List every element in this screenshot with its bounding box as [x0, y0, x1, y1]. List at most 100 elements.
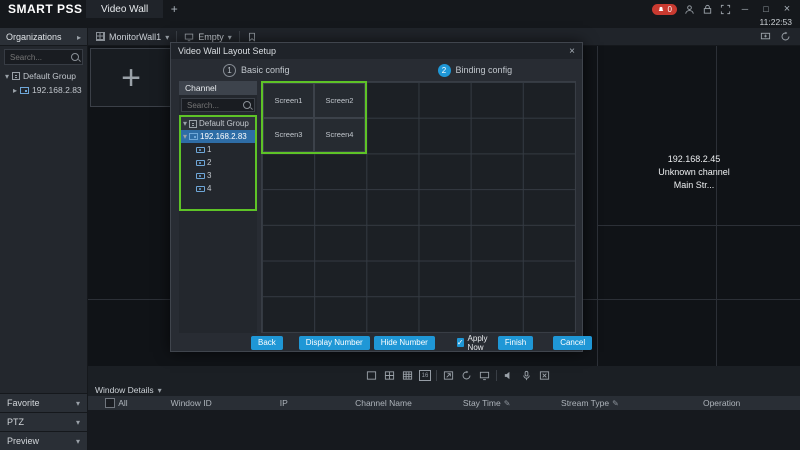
grid-line	[716, 45, 717, 366]
lock-icon[interactable]	[702, 4, 713, 15]
col-all: All	[88, 398, 145, 408]
layout-4-icon[interactable]	[383, 369, 396, 382]
apply-now-checkbox[interactable]	[457, 338, 464, 347]
panel-preview-label: Preview	[7, 436, 39, 446]
apply-now-option[interactable]: Apply Now	[457, 334, 490, 352]
device-search[interactable]	[4, 49, 83, 65]
step-binding-config[interactable]: 2 Binding config	[438, 64, 513, 77]
search-input[interactable]	[8, 52, 71, 63]
details-table-header: All Window ID IP Channel Name Stay Time …	[88, 396, 800, 410]
hide-number-button[interactable]: Hide Number	[374, 336, 435, 350]
add-screen-icon[interactable]	[760, 31, 771, 42]
display-number-button[interactable]: Display Number	[299, 336, 370, 350]
col-stream-type: Stream Type	[537, 398, 644, 408]
panel-preview[interactable]: Preview	[0, 431, 87, 450]
maximize-button[interactable]: □	[759, 4, 773, 14]
grid-line	[597, 45, 598, 366]
dialog-tree-channel-3[interactable]: 3	[181, 169, 255, 182]
dialog-tree-group[interactable]: Default Group	[181, 117, 255, 130]
dialog-tree-device[interactable]: 192.168.2.83	[181, 130, 255, 143]
channel-tab[interactable]: Channel	[179, 81, 257, 95]
screen-2-cell[interactable]: Screen2	[314, 83, 365, 118]
collapse-icon[interactable]	[183, 119, 187, 128]
wall-grid-icon	[96, 32, 105, 41]
search-icon	[71, 53, 79, 61]
panel-favorite-label: Favorite	[7, 398, 40, 408]
screen-mode-dropdown[interactable]: Empty	[184, 32, 232, 42]
cancel-button[interactable]: Cancel	[553, 336, 592, 350]
organizations-header[interactable]: Organizations	[0, 28, 88, 45]
dialog-search[interactable]	[181, 98, 255, 112]
step-basic-config[interactable]: 1 Basic config	[223, 64, 290, 77]
talk-icon[interactable]	[520, 369, 533, 382]
panel-favorite[interactable]: Favorite	[0, 393, 87, 412]
col-operation-label: Operation	[703, 398, 740, 408]
col-all-label: All	[118, 398, 127, 408]
col-operation: Operation	[643, 398, 800, 408]
screen-4-cell[interactable]: Screen4	[314, 118, 365, 153]
tab-video-wall[interactable]: Video Wall	[86, 0, 163, 18]
close-all-windows-icon[interactable]	[538, 369, 551, 382]
window-details-section: 16 Window Details	[88, 366, 800, 450]
layout-9-icon[interactable]	[401, 369, 414, 382]
dialog-channel-tree: Default Group 192.168.2.83 1 2 3	[179, 115, 257, 211]
layout-16-icon[interactable]: 16	[419, 370, 431, 381]
panel-ptz[interactable]: PTZ	[0, 412, 87, 431]
open-window-icon[interactable]	[442, 369, 455, 382]
add-tab-button[interactable]	[163, 2, 185, 16]
back-button[interactable]: Back	[251, 336, 283, 350]
collapse-icon[interactable]	[183, 132, 187, 141]
tree-item-default-group[interactable]: Default Group	[0, 69, 87, 83]
monitor-wall-dropdown[interactable]: MonitorWall1	[96, 32, 169, 42]
screen-1-cell[interactable]: Screen1	[263, 83, 314, 118]
layout-1-icon[interactable]	[365, 369, 378, 382]
dialog-tree-channel-2[interactable]: 2	[181, 156, 255, 169]
edit-stay-time-icon[interactable]	[504, 398, 511, 408]
minimize-button[interactable]: ─	[738, 4, 752, 14]
alarm-badge[interactable]: 0	[652, 4, 677, 15]
close-button[interactable]: ×	[780, 3, 794, 15]
dialog-tree-channel-1[interactable]: 1	[181, 143, 255, 156]
dialog-close-icon[interactable]: ×	[569, 46, 575, 57]
tree-item-device[interactable]: 192.168.2.83	[0, 83, 87, 97]
step-1-label: Basic config	[241, 65, 290, 75]
screen-3-cell[interactable]: Screen3	[263, 118, 314, 153]
collapse-icon[interactable]	[5, 71, 9, 81]
dialog-search-input[interactable]	[185, 100, 243, 111]
edit-stream-type-icon[interactable]	[612, 398, 619, 408]
refresh-icon[interactable]	[780, 31, 791, 42]
select-all-checkbox[interactable]	[105, 398, 115, 408]
audio-icon[interactable]	[502, 369, 515, 382]
title-bar: SMART PSS Video Wall 0 ─ □ ×	[0, 0, 800, 18]
sidebar-bottom-panels: Favorite PTZ Preview	[0, 393, 87, 450]
dialog-group-label: Default Group	[199, 119, 249, 128]
save-scheme-icon[interactable]	[247, 32, 257, 42]
finish-button[interactable]: Finish	[498, 336, 533, 350]
step-1-circle: 1	[223, 64, 236, 77]
window-details-header[interactable]: Window Details	[88, 383, 800, 396]
monitor-icon	[184, 32, 194, 42]
dialog-tree-channel-4[interactable]: 4	[181, 182, 255, 195]
search-icon	[243, 101, 251, 109]
screen-selection-box: Screen1 Screen2 Screen3 Screen4	[261, 81, 367, 154]
decode-to-wall-icon[interactable]	[478, 369, 491, 382]
divider	[436, 370, 437, 381]
camera-icon	[196, 186, 205, 192]
col-window-id: Window ID	[145, 398, 238, 408]
chevron-down-icon	[228, 32, 232, 42]
fullscreen-icon[interactable]	[720, 4, 731, 15]
panel-ptz-label: PTZ	[7, 417, 24, 427]
tour-icon[interactable]	[460, 369, 473, 382]
user-icon[interactable]	[684, 4, 695, 15]
dialog-buttons: Back Display Number Hide Number Apply No…	[171, 335, 582, 350]
chevron-down-icon	[76, 398, 80, 408]
add-wall-tile[interactable]	[90, 48, 172, 107]
col-ip: IP	[238, 398, 331, 408]
chevron-down-icon	[158, 385, 162, 395]
expand-icon[interactable]	[13, 85, 17, 95]
divider	[176, 31, 177, 42]
step-2-circle: 2	[438, 64, 451, 77]
chevron-right-icon	[77, 32, 81, 42]
dialog-steps: 1 Basic config 2 Binding config	[171, 59, 582, 81]
channel-overlay: 192.168.2.45 Unknown channel Main Str...	[626, 153, 762, 192]
